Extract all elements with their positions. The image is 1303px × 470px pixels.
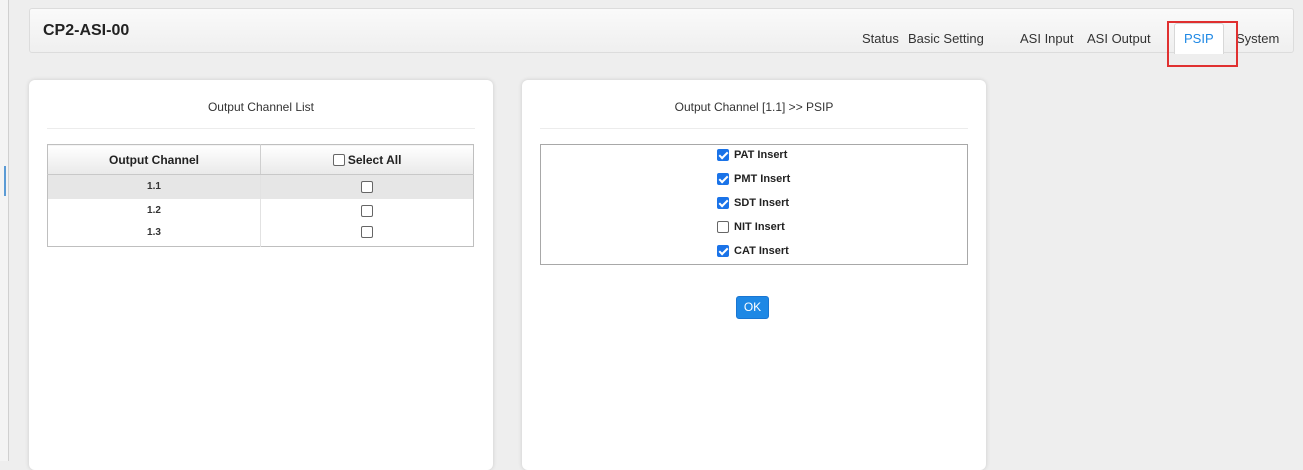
psip-title: Output Channel [1.1] >> PSIP: [674, 100, 834, 114]
nit-insert-option[interactable]: NIT Insert: [717, 221, 785, 233]
left-edge-bar: [0, 0, 9, 461]
channel-cell: 1.3: [147, 226, 161, 238]
pat-insert-checkbox[interactable]: [717, 149, 729, 161]
cat-insert-checkbox[interactable]: [717, 245, 729, 257]
tab-basic-setting[interactable]: Basic Setting: [908, 31, 984, 46]
nit-insert-checkbox[interactable]: [717, 221, 729, 233]
sdt-insert-label: SDT Insert: [734, 197, 790, 209]
divider: [540, 128, 968, 129]
channel-cell: 1.1: [47, 174, 261, 199]
channel-list-title: Output Channel List: [207, 100, 315, 114]
select-all-label: Select All: [347, 152, 402, 167]
main-nav: Status Basic Setting ASI Input ASI Outpu…: [30, 9, 1293, 54]
column-header-select-all: Select All: [260, 144, 474, 175]
tab-system[interactable]: System: [1236, 31, 1279, 46]
pat-insert-option[interactable]: PAT Insert: [717, 149, 787, 161]
channel-list-panel: Output Channel List Output Channel Selec…: [29, 80, 493, 470]
table-row[interactable]: 1.1: [47, 174, 474, 199]
psip-tab-highlight: [1167, 21, 1238, 67]
psip-options-box: PAT Insert PMT Insert SDT Insert NIT Ins…: [540, 144, 968, 265]
column-header-output-channel: Output Channel: [47, 144, 261, 175]
sdt-insert-option[interactable]: SDT Insert: [717, 197, 789, 209]
tab-asi-input[interactable]: ASI Input: [1020, 31, 1073, 46]
row-checkbox[interactable]: [361, 204, 373, 217]
ok-button[interactable]: OK: [736, 296, 769, 319]
pmt-insert-checkbox[interactable]: [717, 173, 729, 185]
channel-cell: 1.2: [147, 205, 161, 216]
row-checkbox[interactable]: [361, 180, 373, 193]
sdt-insert-checkbox[interactable]: [717, 197, 729, 209]
psip-panel: Output Channel [1.1] >> PSIP PAT Insert …: [522, 80, 986, 470]
select-all-checkbox[interactable]: [332, 154, 345, 167]
pmt-insert-label: PMT Insert: [734, 173, 791, 185]
top-header: CP2-ASI-00 Status Basic Setting ASI Inpu…: [29, 8, 1294, 54]
row-select-cell: [260, 198, 474, 223]
cat-insert-label: CAT Insert: [734, 245, 789, 257]
cat-insert-option[interactable]: CAT Insert: [717, 245, 789, 257]
pat-insert-label: PAT Insert: [734, 149, 788, 161]
tab-asi-output[interactable]: ASI Output: [1087, 31, 1151, 46]
channel-table: Output Channel Select All 1.1 1.2 1.3: [47, 144, 474, 247]
left-accent-marker: [4, 166, 6, 196]
row-select-cell: [260, 174, 474, 199]
pmt-insert-option[interactable]: PMT Insert: [717, 173, 790, 185]
nit-insert-label: NIT Insert: [734, 221, 785, 233]
table-row[interactable]: 1.2: [48, 198, 474, 223]
tab-status[interactable]: Status: [862, 31, 899, 46]
table-row[interactable]: 1.3: [48, 222, 474, 247]
divider: [47, 128, 475, 129]
row-select-cell: [260, 222, 474, 247]
row-checkbox[interactable]: [361, 226, 373, 239]
